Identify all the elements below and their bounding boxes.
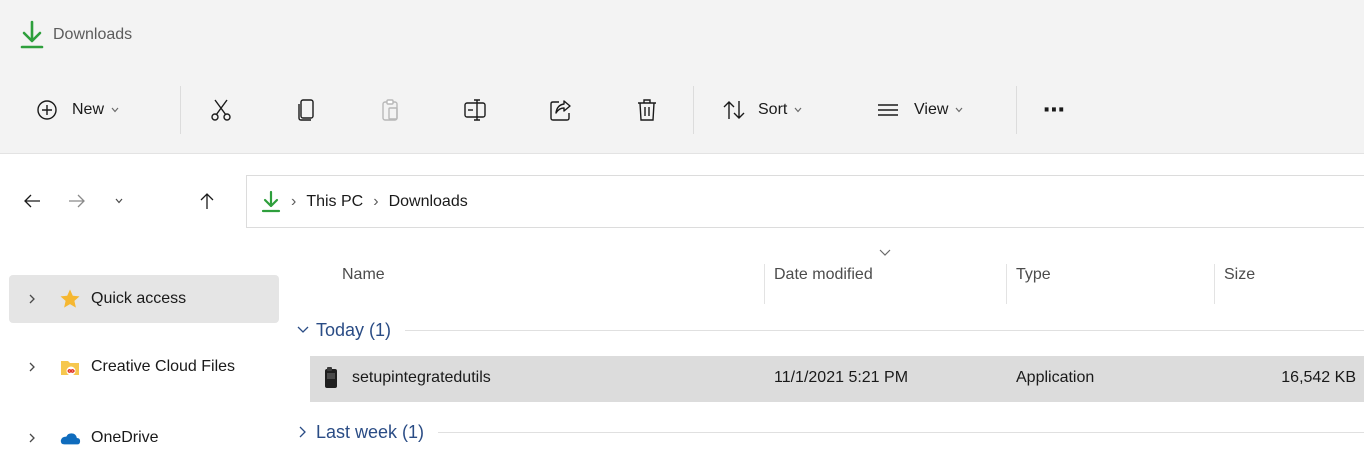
view-button[interactable]: View	[876, 66, 964, 154]
breadcrumb-separator: ›	[373, 192, 379, 210]
chevron-down-icon	[297, 326, 309, 333]
group-divider	[438, 431, 1364, 433]
toolbar-separator	[693, 86, 694, 134]
rename-button[interactable]	[463, 66, 487, 154]
table-row[interactable]: setupintegratedutils 11/1/2021 5:21 PM A…	[310, 356, 1364, 402]
chevron-down-icon	[111, 107, 119, 113]
forward-button[interactable]	[62, 186, 92, 216]
paste-button[interactable]	[380, 66, 402, 154]
view-icon	[878, 104, 898, 116]
expand-chevron-icon[interactable]	[17, 361, 47, 373]
column-header-type[interactable]: Type	[1016, 266, 1051, 284]
file-type: Application	[1016, 369, 1095, 386]
arrow-right-icon	[69, 194, 85, 208]
application-icon	[325, 367, 337, 388]
group-header-last-week[interactable]: Last week (1)	[296, 416, 1364, 448]
toolbar-separator	[1016, 86, 1017, 134]
sort-icon	[723, 101, 745, 119]
onedrive-cloud-icon	[59, 427, 81, 449]
plus-circle-icon	[37, 100, 57, 120]
navigation-bar: › This PC › Downloads	[0, 154, 1364, 248]
sidebar-item-label: OneDrive	[91, 429, 159, 446]
more-options-button[interactable]: ⋯	[1043, 66, 1066, 154]
file-date-modified: 11/1/2021 5:21 PM	[774, 369, 909, 386]
expand-chevron-icon[interactable]	[17, 432, 47, 444]
sidebar-item-label: Creative Cloud Files	[91, 358, 236, 375]
sort-button[interactable]: Sort	[722, 66, 803, 154]
sort-indicator-icon	[879, 249, 891, 256]
breadcrumb-downloads[interactable]: Downloads	[389, 193, 468, 211]
back-button[interactable]	[17, 186, 47, 216]
file-name: setupintegratedutils	[352, 369, 491, 386]
arrow-up-icon	[200, 193, 214, 209]
expand-chevron-icon[interactable]	[17, 293, 47, 305]
delete-button[interactable]	[636, 66, 658, 154]
file-size: 16,542 KB	[1281, 369, 1356, 386]
column-divider[interactable]	[764, 264, 765, 304]
star-icon	[59, 288, 81, 310]
paste-icon	[382, 99, 398, 121]
share-button[interactable]	[549, 66, 573, 154]
group-header-today[interactable]: Today (1)	[296, 314, 1364, 346]
up-button[interactable]	[192, 186, 222, 216]
file-list: Name Date modified Type Size Today (1) s…	[288, 248, 1364, 462]
chevron-down-icon	[794, 107, 802, 113]
sidebar-item-label: Quick access	[91, 290, 187, 307]
chevron-down-icon	[115, 198, 123, 204]
cut-button[interactable]	[209, 66, 233, 154]
creative-cloud-icon	[59, 356, 81, 378]
toolbar-separator	[180, 86, 181, 134]
navigation-pane: Quick access Creative Cloud Files OneDri…	[0, 248, 288, 462]
sidebar-item-quick-access[interactable]: Quick access	[9, 275, 279, 323]
sidebar-item-onedrive[interactable]: OneDrive	[9, 414, 279, 462]
sort-label: Sort	[758, 101, 788, 118]
more-icon: ⋯	[1043, 97, 1066, 122]
cut-icon	[211, 99, 231, 121]
command-bar: New Sort View ⋯	[0, 66, 1364, 154]
recent-locations-button[interactable]	[104, 186, 134, 216]
chevron-down-icon	[955, 107, 963, 113]
sidebar-item-creative-cloud-files[interactable]: Creative Cloud Files	[9, 343, 279, 391]
column-header-name[interactable]: Name	[342, 266, 385, 284]
delete-icon	[638, 99, 656, 121]
column-divider[interactable]	[1006, 264, 1007, 304]
new-label: New	[72, 101, 105, 118]
group-label: Last week (1)	[316, 421, 425, 442]
column-divider[interactable]	[1214, 264, 1215, 304]
address-bar[interactable]: › This PC › Downloads	[246, 175, 1364, 228]
column-header-date-modified[interactable]: Date modified	[774, 266, 873, 284]
new-button[interactable]: New	[36, 66, 120, 154]
chevron-right-icon	[299, 426, 306, 438]
title-bar[interactable]: Downloads	[0, 0, 1364, 66]
rename-icon	[464, 99, 486, 121]
view-label: View	[914, 101, 949, 118]
group-divider	[405, 329, 1364, 331]
downloads-icon	[20, 20, 44, 49]
column-header-size[interactable]: Size	[1224, 266, 1255, 284]
file-explorer-window: Downloads New Sort View ⋯ › This PC › Do…	[0, 0, 1364, 462]
share-icon	[550, 100, 571, 121]
window-title: Downloads	[53, 26, 133, 43]
group-label: Today (1)	[316, 319, 392, 340]
downloads-icon	[261, 190, 281, 212]
copy-icon	[298, 99, 314, 121]
copy-button[interactable]	[296, 66, 318, 154]
breadcrumb-this-pc[interactable]: This PC	[306, 193, 363, 211]
breadcrumb-separator: ›	[291, 192, 297, 210]
arrow-left-icon	[24, 194, 40, 208]
